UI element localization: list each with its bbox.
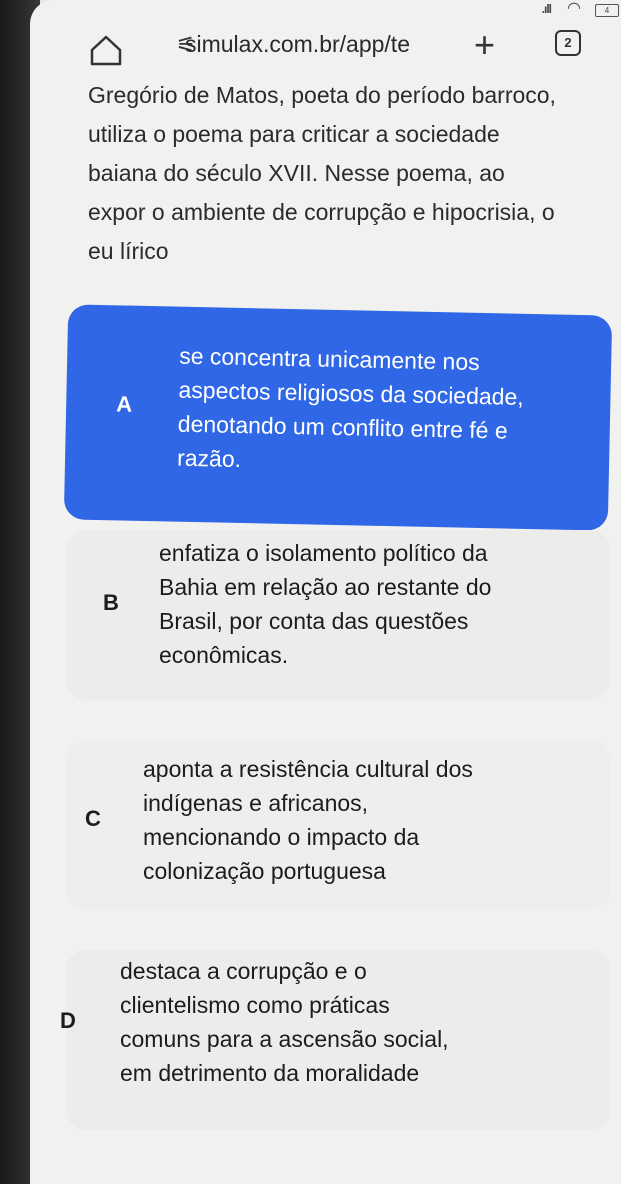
option-b[interactable]: B enfatiza o isolamento político da Bahi… bbox=[66, 530, 610, 700]
option-d[interactable]: D destaca a corrupção e o clientelismo c… bbox=[60, 950, 610, 1130]
option-line: clientelismo como práticas bbox=[120, 992, 390, 1018]
question-line: expor o ambiente de corrupção e hipocris… bbox=[88, 199, 555, 225]
question-line: eu lírico bbox=[88, 238, 169, 264]
option-line: indígenas e africanos, bbox=[143, 790, 369, 816]
option-line: Brasil, por conta das questões bbox=[159, 608, 469, 634]
battery-icon: 4 bbox=[595, 4, 619, 17]
option-line: econômicas. bbox=[159, 642, 289, 668]
option-line: colonização portuguesa bbox=[143, 858, 386, 884]
option-line: aponta a resistência cultural dos bbox=[143, 756, 473, 782]
option-line: enfatiza o isolamento político da bbox=[159, 540, 488, 566]
option-letter: D bbox=[60, 1008, 76, 1033]
option-letter: C bbox=[85, 806, 101, 831]
option-text: se concentra unicamente nos aspectos rel… bbox=[177, 339, 525, 482]
question-line: utiliza o poema para criticar a sociedad… bbox=[88, 121, 500, 147]
url-field[interactable]: simulax.com.br/app/te bbox=[185, 31, 410, 58]
question-line: Gregório de Matos, poeta do período barr… bbox=[88, 82, 556, 108]
option-a[interactable]: A se concentra unicamente nos aspectos r… bbox=[63, 304, 613, 531]
option-c[interactable]: C aponta a resistência cultural dos indí… bbox=[66, 740, 610, 910]
question-line: baiana do século XVII. Nesse poema, ao bbox=[88, 160, 505, 186]
new-tab-icon[interactable]: + bbox=[474, 24, 495, 66]
wifi-icon: ◠ bbox=[567, 0, 581, 17]
option-line: mencionando o impacto da bbox=[143, 824, 420, 850]
status-bar: .ıll ◠ 4 bbox=[421, 0, 621, 22]
option-line: destaca a corrupção e o bbox=[120, 958, 367, 984]
signal-icon: .ıll bbox=[541, 2, 552, 16]
home-icon[interactable] bbox=[86, 30, 126, 70]
option-line: comuns para a ascensão social, bbox=[120, 1026, 449, 1052]
option-text: enfatiza o isolamento político da Bahia … bbox=[159, 536, 491, 672]
option-line: Bahia em relação ao restante do bbox=[159, 574, 492, 600]
option-line: em detrimento da moralidade bbox=[120, 1060, 420, 1086]
option-text: aponta a resistência cultural dos indíge… bbox=[143, 752, 473, 888]
browser-toolbar: ⚟ simulax.com.br/app/te + 2 bbox=[30, 24, 621, 80]
option-text: destaca a corrupção e o clientelismo com… bbox=[120, 954, 449, 1090]
option-letter: B bbox=[103, 590, 119, 615]
option-letter: A bbox=[115, 391, 133, 417]
question-text: Gregório de Matos, poeta do período barr… bbox=[88, 76, 618, 271]
option-line: razão. bbox=[176, 444, 242, 472]
tab-switcher-button[interactable]: 2 bbox=[555, 30, 581, 56]
